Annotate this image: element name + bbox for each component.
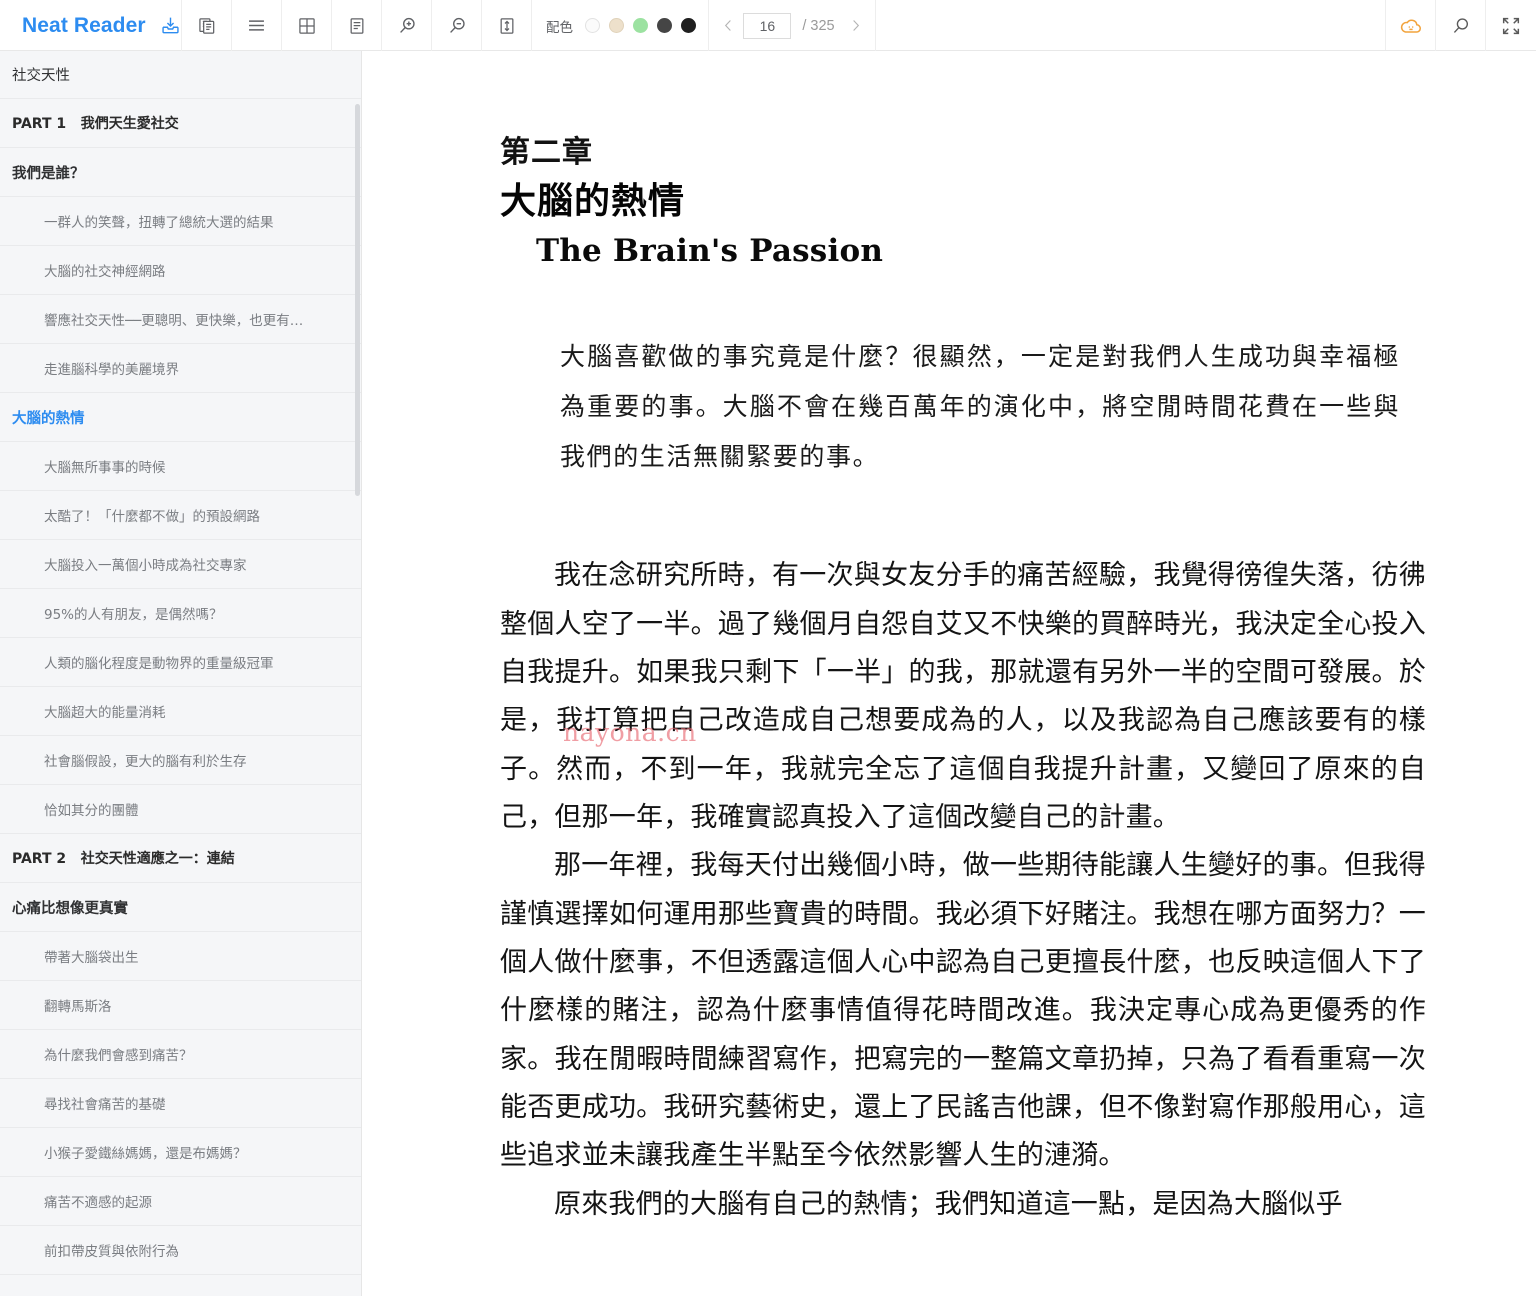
chapter-title-en: The Brain's Passion (536, 232, 884, 269)
sidebar-item-label: 社交天性 (12, 68, 70, 84)
page-body: 第二章 大腦的熱情 The Brain's Passion 大腦喜歡做的事究竟是… (363, 135, 1536, 1229)
sidebar-item-11[interactable]: 95%的人有朋友，是偶然嗎？ (0, 589, 361, 638)
sidebar-item-label: 大腦無所事事的時候 (44, 460, 166, 476)
sidebar-item-23[interactable]: 痛苦不適感的起源 (0, 1177, 361, 1226)
sidebar-item-label: 大腦投入一萬個小時成為社交專家 (44, 558, 247, 574)
sidebar-item-22[interactable]: 小猴子愛鐵絲媽媽，還是布媽媽？ (0, 1128, 361, 1177)
sidebar-item-label: 翻轉馬斯洛 (44, 999, 112, 1015)
list-icon[interactable] (232, 0, 282, 51)
sidebar-item-3[interactable]: 一群人的笑聲，扭轉了總統大選的結果 (0, 197, 361, 246)
sidebar-scrollbar-thumb[interactable] (355, 104, 360, 496)
download-icon[interactable] (160, 15, 181, 36)
zoom-in-icon[interactable] (382, 0, 432, 51)
toolbar-spacer (876, 0, 1386, 50)
page-number-input[interactable] (743, 12, 792, 39)
color-scheme-label: 配色 (546, 19, 573, 36)
sidebar-item-label: 太酷了！「什麼都不做」的預設網路 (44, 509, 260, 525)
sidebar-item-label: 前扣帶皮質與依附行為 (44, 1244, 179, 1260)
sidebar-item-21[interactable]: 尋找社會痛苦的基礎 (0, 1079, 361, 1128)
sidebar-item-9[interactable]: 太酷了！「什麼都不做」的預設網路 (0, 491, 361, 540)
fullscreen-icon[interactable] (1486, 0, 1536, 51)
sidebar-item-label: 大腦的熱情 (12, 410, 85, 427)
sidebar-item-4[interactable]: 大腦的社交神經網路 (0, 246, 361, 295)
app-name: Neat Reader (22, 13, 146, 37)
sidebar-item-label: 為什麼我們會感到痛苦？ (44, 1048, 193, 1064)
scheme-green[interactable] (633, 18, 648, 33)
sidebar-item-1[interactable]: PART 1 我們天生愛社交 (0, 99, 361, 148)
sidebar-item-label: PART 1 我們天生愛社交 (12, 116, 179, 132)
sidebar-item-label: 走進腦科學的美麗境界 (44, 362, 179, 378)
sidebar-item-label: 人類的腦化程度是動物界的重量級冠軍 (44, 656, 274, 672)
sidebar-item-label: 恰如其分的團體 (44, 803, 139, 819)
sidebar-item-17[interactable]: 心痛比想像更真實 (0, 883, 361, 932)
page-total-label: / 325 (802, 17, 835, 34)
pagination-group: / 325 (709, 0, 876, 51)
sidebar-scrollbar[interactable] (354, 102, 361, 1296)
sidebar-item-label: 大腦超大的能量消耗 (44, 705, 166, 721)
sidebar-item-label: 我們是誰？ (12, 165, 85, 182)
chapter-number: 第二章 (500, 135, 593, 170)
sidebar-item-10[interactable]: 大腦投入一萬個小時成為社交專家 (0, 540, 361, 589)
search-icon[interactable] (1436, 0, 1486, 51)
sidebar-item-label: 尋找社會痛苦的基礎 (44, 1097, 166, 1113)
color-scheme-group: 配色 (532, 0, 709, 51)
top-toolbar: Neat Reader 配色 16 / 325 (0, 0, 1536, 51)
scheme-white[interactable] (585, 18, 600, 33)
table-of-contents-sidebar: 社交天性 PART 1 我們天生愛社交 我們是誰？ 一群人的笑聲，扭轉了總統大選的結果… (0, 51, 362, 1296)
line-height-icon[interactable] (482, 0, 532, 51)
sidebar-item-label: 一群人的笑聲，扭轉了總統大選的結果 (44, 215, 274, 231)
sidebar-item-label: 小猴子愛鐵絲媽媽，還是布媽媽？ (44, 1146, 247, 1162)
sidebar-item-16[interactable]: PART 2 社交天性適應之一：連結 (0, 834, 361, 883)
sidebar-item-label: 痛苦不適感的起源 (44, 1195, 152, 1211)
reader-content-pane: 第二章 大腦的熱情 The Brain's Passion 大腦喜歡做的事究竟是… (363, 51, 1536, 1296)
sidebar-item-5[interactable]: 響應社交天性──更聰明、更快樂，也更有… (0, 295, 361, 344)
page-title: 大腦的熱情 (500, 179, 686, 222)
scheme-sepia[interactable] (609, 18, 624, 33)
sidebar-item-7[interactable]: 大腦的熱情 (0, 393, 361, 442)
grid-icon[interactable] (282, 0, 332, 51)
next-page-button[interactable] (843, 11, 869, 41)
body-paragraph: 我在念研究所時，有一次與女友分手的痛苦經驗，我覺得徬徨失落，彷彿整個人空了一半。… (500, 560, 1426, 833)
sidebar-item-18[interactable]: 帶著大腦袋出生 (0, 932, 361, 981)
sidebar-item-8[interactable]: 大腦無所事事的時候 (0, 442, 361, 491)
prev-page-button[interactable] (715, 11, 741, 41)
sidebar-item-14[interactable]: 社會腦假設，更大的腦有利於生存 (0, 736, 361, 785)
cloud-sync-icon[interactable] (1386, 0, 1436, 51)
toc-list: 社交天性 PART 1 我們天生愛社交 我們是誰？ 一群人的笑聲，扭轉了總統大選的結果… (0, 51, 361, 1275)
copy-icon[interactable] (182, 0, 232, 51)
chapter-epigraph: 大腦喜歡做的事究竟是什麼？很顯然，一定是對我們人生成功與幸福極為重要的事。大腦不… (560, 342, 1400, 472)
sidebar-item-6[interactable]: 走進腦科學的美麗境界 (0, 344, 361, 393)
sidebar-item-15[interactable]: 恰如其分的團體 (0, 785, 361, 834)
scheme-gray[interactable] (657, 18, 672, 33)
sidebar-item-20[interactable]: 為什麼我們會感到痛苦？ (0, 1030, 361, 1079)
sidebar-item-0[interactable]: 社交天性 (0, 51, 361, 99)
sidebar-item-label: PART 2 社交天性適應之一：連結 (12, 851, 235, 867)
sidebar-item-label: 心痛比想像更真實 (12, 900, 128, 917)
scheme-black[interactable] (681, 18, 696, 33)
body-paragraph: 原來我們的大腦有自己的熱情；我們知道這一點，是因為大腦似乎 (554, 1188, 1343, 1220)
sidebar-item-19[interactable]: 翻轉馬斯洛 (0, 981, 361, 1030)
sidebar-item-label: 95%的人有朋友，是偶然嗎？ (44, 607, 223, 623)
sidebar-item-2[interactable]: 我們是誰？ (0, 148, 361, 197)
sidebar-item-label: 大腦的社交神經網路 (44, 264, 166, 280)
sidebar-item-13[interactable]: 大腦超大的能量消耗 (0, 687, 361, 736)
zoom-out-icon[interactable] (432, 0, 482, 51)
sidebar-item-24[interactable]: 前扣帶皮質與依附行為 (0, 1226, 361, 1275)
body-paragraph: 那一年裡，我每天付出幾個小時，做一些期待能讓人生變好的事。但我得謹慎選擇如何運用… (500, 850, 1426, 1172)
sidebar-item-label: 社會腦假設，更大的腦有利於生存 (44, 754, 247, 770)
app-logo: Neat Reader (0, 0, 182, 51)
sidebar-item-12[interactable]: 人類的腦化程度是動物界的重量級冠軍 (0, 638, 361, 687)
sidebar-item-label: 帶著大腦袋出生 (44, 950, 139, 966)
sidebar-item-label: 響應社交天性──更聰明、更快樂，也更有… (44, 313, 304, 329)
notes-icon[interactable] (332, 0, 382, 51)
